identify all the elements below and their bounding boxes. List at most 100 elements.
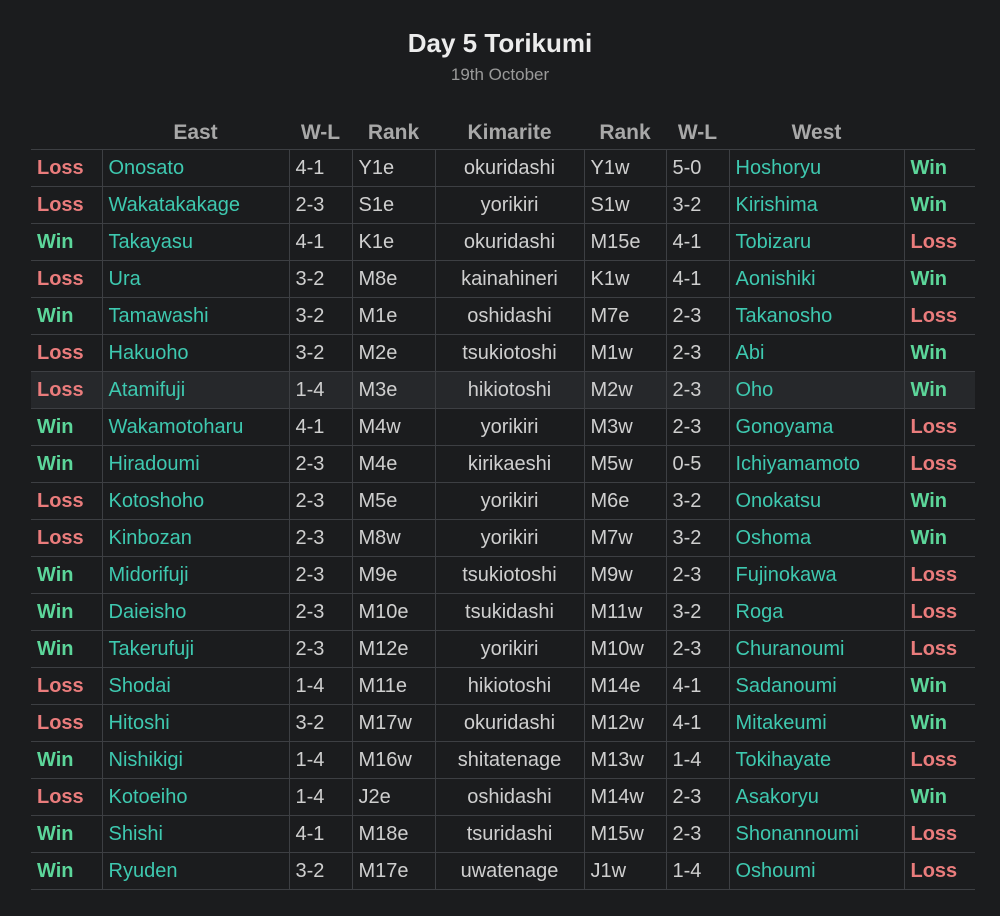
header-kimarite[interactable]: Kimarite [435,109,584,150]
west-record: 3-2 [665,482,730,520]
header-east-result [31,109,102,150]
east-rank: M17e [351,852,436,890]
west-rikishi-link[interactable]: Gonoyama [728,408,905,446]
table-row[interactable]: Loss Hitoshi 3-2 M17w okuridashi M12w 4-1 Mitak… [31,704,975,742]
east-rikishi-link[interactable]: Shodai [101,667,290,705]
header-west-rank[interactable]: Rank [584,109,666,150]
table-row[interactable]: Win Wakamotoharu 4-1 M4w yorikiri M3w 2-3 Gonoy… [31,408,975,446]
west-result: Win [903,260,975,298]
table-row[interactable]: Win Shishi 4-1 M18e tsuridashi M15w 2-3 Shonann… [31,815,975,853]
table-row[interactable]: Win Takerufuji 2-3 M12e yorikiri M10w 2-3 Chura… [31,630,975,668]
header-east[interactable]: East [102,109,289,150]
west-rikishi-link[interactable]: Onokatsu [728,482,905,520]
east-rikishi-link[interactable]: Ryuden [101,852,290,890]
west-record: 4-1 [665,223,730,261]
east-rikishi-link[interactable]: Kinbozan [101,519,290,557]
table-row[interactable]: Loss Kinbozan 2-3 M8w yorikiri M7w 3-2 Oshoma Wi… [31,519,975,557]
table-row[interactable]: Loss Kotoeiho 1-4 J2e oshidashi M14w 2-3 Asakor… [31,778,975,816]
east-result: Loss [31,482,103,520]
east-rikishi-link[interactable]: Ura [101,260,290,298]
west-rikishi-link[interactable]: Oshoumi [728,852,905,890]
table-row[interactable]: Win Tamawashi 3-2 M1e oshidashi M7e 2-3 Takanos… [31,297,975,335]
east-rank: M4e [351,445,436,483]
west-rikishi-link[interactable]: Shonannoumi [728,815,905,853]
table-row[interactable]: Loss Kotoshoho 2-3 M5e yorikiri M6e 3-2 Onokats… [31,482,975,520]
header-west-wl[interactable]: W-L [666,109,729,150]
west-rikishi-link[interactable]: Sadanoumi [728,667,905,705]
west-rikishi-link[interactable]: Hoshoryu [728,149,905,187]
east-rikishi-link[interactable]: Tamawashi [101,297,290,335]
west-record: 2-3 [665,371,730,409]
kimarite: yorikiri [434,519,585,557]
east-rikishi-link[interactable]: Takayasu [101,223,290,261]
east-rikishi-link[interactable]: Hiradoumi [101,445,290,483]
table-row[interactable]: Loss Atamifuji 1-4 M3e hikiotoshi M2w 2-3 Oho Wi… [31,371,975,409]
west-rikishi-link[interactable]: Tobizaru [728,223,905,261]
east-rikishi-link[interactable]: Wakatakakage [101,186,290,224]
west-rikishi-link[interactable]: Ichiyamamoto [728,445,905,483]
west-rank: M15e [583,223,667,261]
west-rikishi-link[interactable]: Oshoma [728,519,905,557]
west-rank: M1w [583,334,667,372]
east-result: Win [31,852,103,890]
east-rikishi-link[interactable]: Kotoeiho [101,778,290,816]
table-row[interactable]: Win Hiradoumi 2-3 M4e kirikaeshi M5w 0-5 Ichiya… [31,445,975,483]
torikumi-table: East W-L Rank Kimarite Rank W-L West Los… [31,109,975,890]
table-row[interactable]: Win Daieisho 2-3 M10e tsukidashi M11w 3-2 Roga L… [31,593,975,631]
west-rikishi-link[interactable]: Oho [728,371,905,409]
east-rikishi-link[interactable]: Nishikigi [101,741,290,779]
east-rikishi-link[interactable]: Shishi [101,815,290,853]
east-result: Win [31,445,103,483]
east-rank: M8w [351,519,436,557]
east-rikishi-link[interactable]: Hitoshi [101,704,290,742]
east-rikishi-link[interactable]: Daieisho [101,593,290,631]
east-rikishi-link[interactable]: Wakamotoharu [101,408,290,446]
table-row[interactable]: Win Ryuden 3-2 M17e uwatenage J1w 1-4 Oshoumi Lo… [31,852,975,890]
table-row[interactable]: Win Nishikigi 1-4 M16w shitatenage M13w 1-4 Tok… [31,741,975,779]
west-record: 3-2 [665,519,730,557]
east-record: 4-1 [288,223,353,261]
header-east-wl[interactable]: W-L [289,109,352,150]
west-result: Loss [903,297,975,335]
west-rikishi-link[interactable]: Kirishima [728,186,905,224]
kimarite: uwatenage [434,852,585,890]
table-row[interactable]: Loss Wakatakakage 2-3 S1e yorikiri S1w 3-2 Kiri… [31,186,975,224]
west-rikishi-link[interactable]: Mitakeumi [728,704,905,742]
kimarite: okuridashi [434,223,585,261]
east-rank: M16w [351,741,436,779]
east-rikishi-link[interactable]: Atamifuji [101,371,290,409]
east-rikishi-link[interactable]: Kotoshoho [101,482,290,520]
kimarite: tsukiotoshi [434,334,585,372]
west-rikishi-link[interactable]: Asakoryu [728,778,905,816]
table-row[interactable]: Win Takayasu 4-1 K1e okuridashi M15e 4-1 Tobiza… [31,223,975,261]
east-rikishi-link[interactable]: Hakuoho [101,334,290,372]
table-row[interactable]: Loss Onosato 4-1 Y1e okuridashi Y1w 5-0 Hoshory… [31,149,975,187]
west-rikishi-link[interactable]: Takanosho [728,297,905,335]
table-row[interactable]: Loss Hakuoho 3-2 M2e tsukiotoshi M1w 2-3 Abi Win [31,334,975,372]
west-result: Loss [903,223,975,261]
east-result: Loss [31,186,103,224]
west-rikishi-link[interactable]: Tokihayate [728,741,905,779]
west-rikishi-link[interactable]: Fujinokawa [728,556,905,594]
west-rikishi-link[interactable]: Aonishiki [728,260,905,298]
east-rikishi-link[interactable]: Midorifuji [101,556,290,594]
west-rikishi-link[interactable]: Roga [728,593,905,631]
header-west[interactable]: West [729,109,904,150]
east-result: Win [31,223,103,261]
table-row[interactable]: Loss Shodai 1-4 M11e hikiotoshi M14e 4-1 Sadano… [31,667,975,705]
table-row[interactable]: Win Midorifuji 2-3 M9e tsukiotoshi M9w 2-3 Fuji… [31,556,975,594]
header-east-rank[interactable]: Rank [352,109,435,150]
west-record: 2-3 [665,815,730,853]
table-row[interactable]: Loss Ura 3-2 M8e kainahineri K1w 4-1 Aonishiki W… [31,260,975,298]
east-record: 3-2 [288,852,353,890]
west-rikishi-link[interactable]: Abi [728,334,905,372]
west-result: Win [903,371,975,409]
west-rikishi-link[interactable]: Churanoumi [728,630,905,668]
west-record: 2-3 [665,334,730,372]
kimarite: kirikaeshi [434,445,585,483]
east-rikishi-link[interactable]: Onosato [101,149,290,187]
east-record: 2-3 [288,186,353,224]
east-rikishi-link[interactable]: Takerufuji [101,630,290,668]
west-record: 2-3 [665,556,730,594]
west-result: Loss [903,445,975,483]
